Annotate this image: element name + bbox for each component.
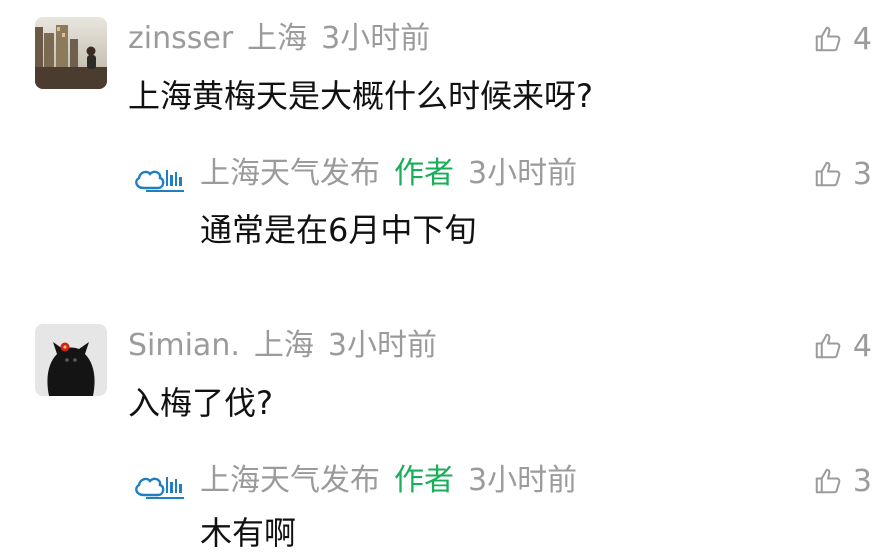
reply-text: 通常是在6月中下旬: [200, 211, 477, 249]
thumbs-up-icon: [815, 26, 841, 52]
timestamp: 3小时前: [321, 21, 431, 56]
shanghai-weather-logo: [135, 477, 184, 499]
author-tag: 作者: [394, 463, 454, 498]
author-tag: 作者: [394, 156, 454, 191]
thumbs-up-icon: [815, 468, 841, 494]
timestamp: 3小时前: [468, 156, 578, 191]
like-count: 3: [852, 156, 872, 192]
reply-meta: 上海天气发布 作者 3小时前: [200, 461, 591, 501]
author-avatar[interactable]: [130, 164, 186, 198]
user-avatar[interactable]: [35, 324, 107, 396]
user-avatar[interactable]: [35, 17, 107, 89]
comment-text: 上海黄梅天是大概什么时候来呀?: [128, 77, 593, 115]
like-button[interactable]: 3: [813, 154, 872, 194]
username[interactable]: Simian.: [128, 328, 240, 363]
thumbs-up-icon: [815, 333, 841, 359]
author-name[interactable]: 上海天气发布: [200, 156, 380, 191]
location: 上海: [253, 328, 314, 363]
avatar-image: [35, 324, 107, 396]
like-count: 4: [852, 21, 872, 57]
location: 上海: [247, 21, 308, 56]
timestamp: 3小时前: [327, 328, 437, 363]
comment-meta: zinsser 上海 3小时前: [128, 19, 444, 59]
like-button[interactable]: 3: [813, 461, 872, 501]
like-count: 3: [852, 463, 872, 499]
comment-text: 入梅了伐?: [128, 384, 273, 422]
author-avatar[interactable]: [130, 471, 186, 505]
username[interactable]: zinsser: [128, 21, 233, 56]
reply-text: 木有啊: [200, 514, 297, 552]
like-count: 4: [852, 328, 872, 364]
thumbs-up-icon: [815, 161, 841, 187]
comment-item: zinsser 上海 3小时前 4 上海黄梅天是大概什么时候来呀? 上海天气发布 作者…: [0, 0, 884, 270]
like-button[interactable]: 4: [813, 326, 872, 366]
avatar-image: [35, 17, 107, 89]
comment-meta: Simian. 上海 3小时前: [128, 326, 451, 366]
comment-item: Simian. 上海 3小时前 4 入梅了伐? 上海天气发布 作者 3小时前 3 木有啊: [0, 307, 884, 552]
shanghai-weather-logo: [135, 170, 184, 192]
reply-meta: 上海天气发布 作者 3小时前: [200, 154, 591, 194]
author-name[interactable]: 上海天气发布: [200, 463, 380, 498]
like-button[interactable]: 4: [813, 19, 872, 59]
timestamp: 3小时前: [468, 463, 578, 498]
